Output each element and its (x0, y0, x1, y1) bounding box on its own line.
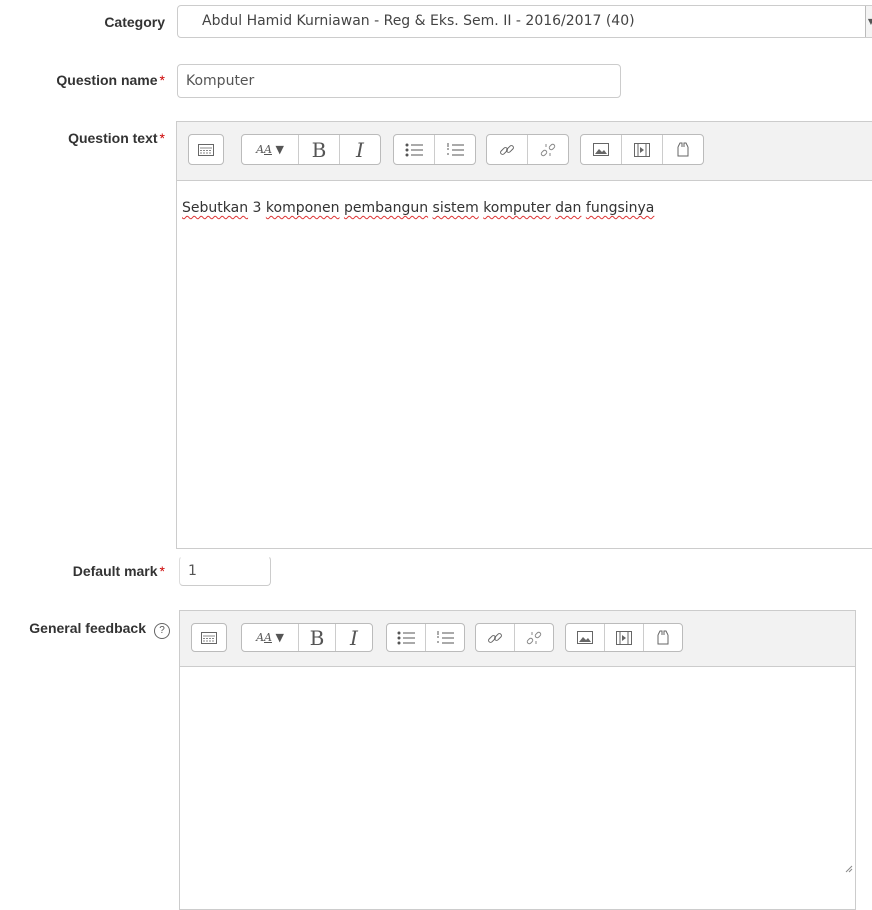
unlink-icon[interactable] (528, 135, 568, 164)
content-word: sistem (432, 200, 479, 216)
font-style-icon[interactable]: AA ▼ (242, 135, 299, 164)
font-style-icon[interactable]: AA ▼ (242, 624, 299, 651)
media-icon[interactable] (605, 624, 644, 651)
required-icon: * (159, 563, 165, 579)
default-mark-label: Default mark * (72, 563, 165, 579)
ordered-list-icon[interactable] (435, 135, 475, 164)
link-icon[interactable] (476, 624, 515, 651)
editor-toolbar: AA ▼ B I (180, 611, 855, 667)
toolbar-group-collapse (188, 134, 224, 165)
chevron-down-icon[interactable]: ▼ (865, 6, 872, 37)
toolbar-group-links (486, 134, 569, 165)
toolbar-group-format: AA ▼ B I (241, 134, 381, 165)
bold-icon[interactable]: B (299, 135, 340, 164)
question-text-label: Question text * (68, 130, 165, 146)
toolbar-group-format: AA ▼ B I (241, 623, 373, 652)
image-icon[interactable] (566, 624, 605, 651)
category-selected-value: Abdul Hamid Kurniawan - Reg & Eks. Sem. … (202, 13, 635, 29)
question-text-editor[interactable]: AA ▼ B I Sebutkan 3 komponen pembangun s… (176, 121, 872, 549)
italic-icon[interactable]: I (336, 624, 372, 651)
link-icon[interactable] (487, 135, 528, 164)
ordered-list-icon[interactable] (426, 624, 464, 651)
toolbar-group-lists (386, 623, 465, 652)
content-word: komputer (483, 200, 551, 216)
unlink-icon[interactable] (515, 624, 553, 651)
content-word: Sebutkan (182, 200, 249, 216)
required-icon: * (159, 130, 165, 146)
toolbar-group-lists (393, 134, 476, 165)
category-label: Category (104, 14, 165, 30)
default-mark-input[interactable]: 1 (179, 556, 271, 586)
bold-icon[interactable]: B (299, 624, 336, 651)
category-select[interactable]: Abdul Hamid Kurniawan - Reg & Eks. Sem. … (177, 5, 872, 38)
content-word: fungsinya (585, 200, 655, 216)
manage-files-icon[interactable] (644, 624, 682, 651)
content-word: dan (555, 200, 582, 216)
toolbar-group-links (475, 623, 554, 652)
collapse-toolbar-icon[interactable] (189, 135, 223, 164)
image-icon[interactable] (581, 135, 622, 164)
question-name-value: Komputer (186, 73, 255, 89)
collapse-toolbar-icon[interactable] (192, 624, 226, 651)
general-feedback-label: General feedback? (0, 620, 170, 639)
toolbar-group-media (580, 134, 704, 165)
general-feedback-editor[interactable]: AA ▼ B I (179, 610, 856, 910)
question-name-input[interactable]: Komputer (177, 64, 621, 98)
italic-icon[interactable]: I (340, 135, 380, 164)
manage-files-icon[interactable] (663, 135, 703, 164)
unordered-list-icon[interactable] (387, 624, 426, 651)
unordered-list-icon[interactable] (394, 135, 435, 164)
content-word: pembangun (343, 200, 429, 216)
editor-toolbar: AA ▼ B I (177, 122, 872, 181)
help-icon[interactable]: ? (154, 623, 170, 639)
resize-handle-icon[interactable] (845, 865, 853, 873)
content-word: 3 (252, 200, 262, 216)
media-icon[interactable] (622, 135, 663, 164)
content-word: komponen (265, 200, 340, 216)
required-icon: * (159, 72, 165, 88)
default-mark-value: 1 (188, 563, 197, 579)
question-name-label: Question name * (56, 72, 165, 88)
toolbar-group-collapse (191, 623, 227, 652)
toolbar-group-media (565, 623, 683, 652)
question-text-content[interactable]: Sebutkan 3 komponen pembangun sistem kom… (182, 200, 654, 216)
